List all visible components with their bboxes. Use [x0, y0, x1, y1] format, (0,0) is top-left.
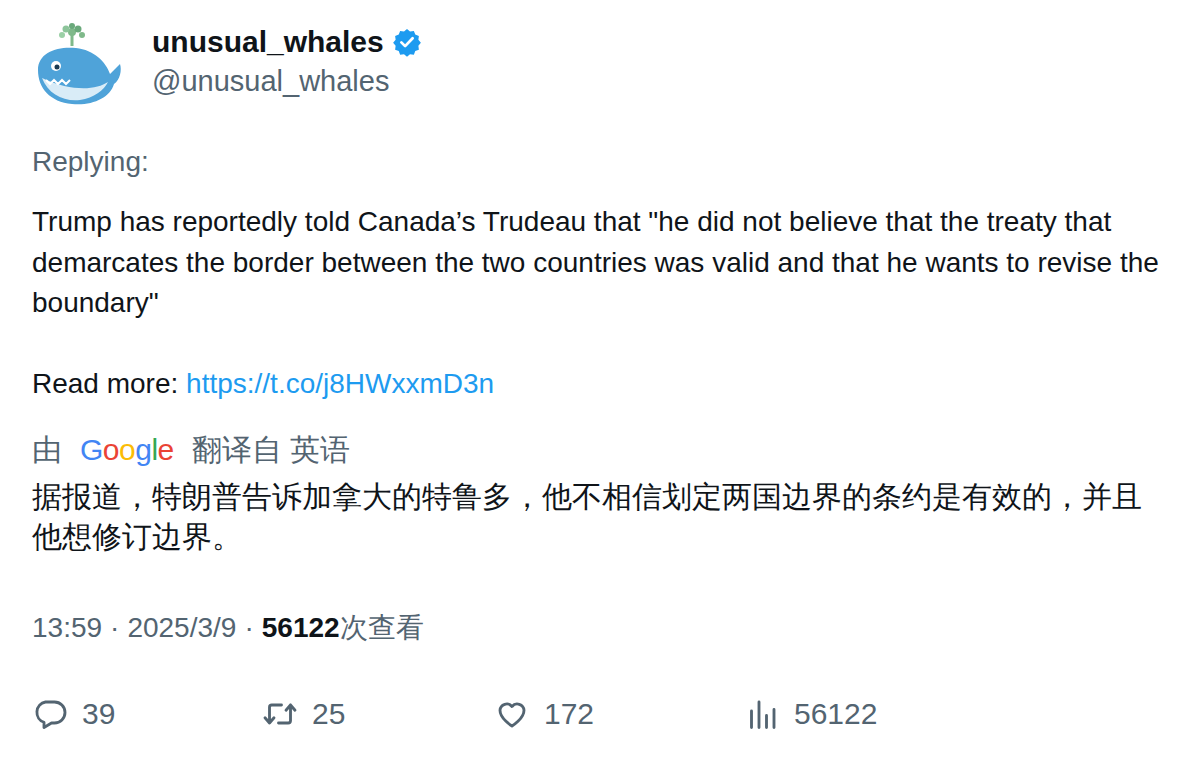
translation-text: 据报道，特朗普告诉加拿大的特鲁多，他不相信划定两国边界的条约是有效的，并且他想修… [32, 477, 1164, 557]
action-bar: 39 25 172 56122 [32, 694, 1164, 734]
views-action[interactable]: 56122 [744, 694, 1164, 734]
heart-icon [494, 696, 530, 732]
read-more: Read more: https://t.co/j8HWxxmD3n [32, 364, 1164, 405]
tweet-time[interactable]: 13:59 [32, 612, 102, 643]
read-more-link[interactable]: https://t.co/j8HWxxmD3n [186, 368, 494, 399]
view-label: 次查看 [340, 612, 424, 643]
translation-prefix: 由 [32, 430, 62, 470]
translation-header: 由 Google 翻译自 英语 [32, 430, 1164, 470]
replying-label: Replying: [32, 142, 1164, 182]
like-action[interactable]: 172 [494, 694, 744, 734]
tweet: unusual_whales@unusual_whales Replying: Tr… [0, 0, 1196, 758]
tweet-header: unusual_whales@unusual_whales [32, 20, 1164, 114]
view-count: 56122 [262, 612, 340, 643]
tweet-text: Trump has reportedly told Canada’s Trude… [32, 202, 1164, 324]
author-info: unusual_whales@unusual_whales [152, 20, 422, 100]
author-handle[interactable]: @unusual_whales [152, 62, 422, 100]
action-count: 39 [82, 694, 115, 734]
author-name-row: unusual_whales [152, 22, 422, 62]
author-name[interactable]: unusual_whales [152, 22, 384, 62]
speech-bubble-icon [32, 696, 68, 732]
tweet-date[interactable]: 2025/3/9 [127, 612, 236, 643]
action-count: 25 [312, 694, 345, 734]
retweet-action[interactable]: 25 [262, 694, 494, 734]
whale-avatar-icon[interactable] [32, 22, 124, 114]
read-more-label: Read more: [32, 368, 186, 399]
tweet-meta: 13:59 · 2025/3/9 · 56122次查看 [32, 608, 1164, 648]
bar-chart-icon [744, 696, 780, 732]
translation-source: 翻译自 英语 [192, 430, 350, 470]
action-count: 172 [544, 694, 594, 734]
reply-action[interactable]: 39 [32, 694, 262, 734]
google-logo[interactable]: Google [80, 430, 174, 470]
meta-separator: · [110, 612, 119, 643]
action-count: 56122 [794, 694, 877, 734]
meta-separator: · [244, 612, 253, 643]
verified-badge-icon [392, 27, 422, 57]
retweet-arrows-icon [262, 696, 298, 732]
